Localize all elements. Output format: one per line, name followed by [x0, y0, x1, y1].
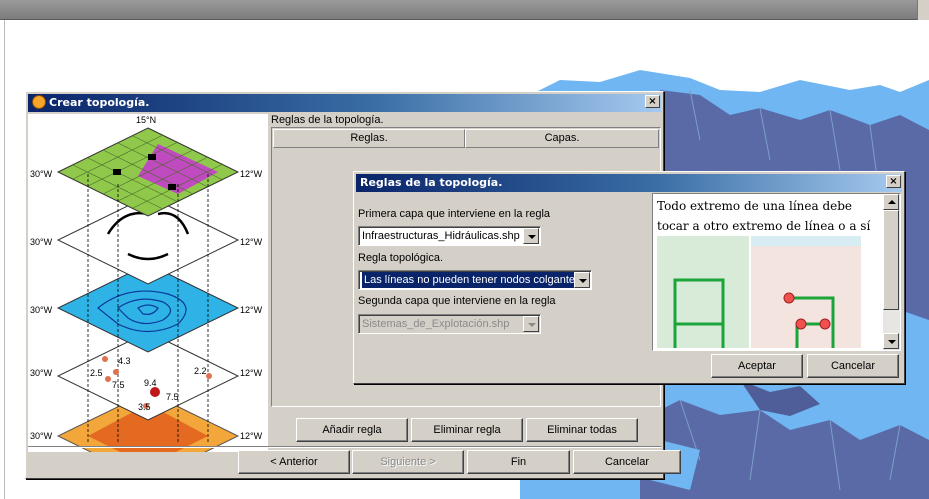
illustration-value: 7.5 [112, 380, 125, 390]
accept-button[interactable]: Aceptar [711, 354, 803, 378]
column-header-rules[interactable]: Reglas. [273, 129, 465, 148]
window-title: Crear topología. [49, 96, 150, 109]
first-layer-label: Primera capa que interviene en la regla [358, 208, 551, 220]
illustration-right-label: 12°W [240, 237, 263, 247]
add-rule-button[interactable]: Añadir regla [296, 418, 408, 442]
illustration-right-label: 12°W [240, 368, 263, 378]
scroll-up-icon[interactable] [883, 194, 899, 210]
rules-heading: Reglas de la topología. [271, 114, 384, 126]
topology-illustration: 15°N 30°W 30°W 30°W 30°W 30°W 12°W 12°W … [28, 114, 268, 452]
scroll-thumb[interactable] [883, 210, 899, 310]
illustration-left-label: 30°W [30, 305, 53, 315]
rule-description-panel: Todo extremo de una línea debe tocar a o… [652, 193, 901, 351]
wizard-separator [28, 446, 661, 448]
finish-button[interactable]: Fin [467, 450, 570, 474]
column-header-layers[interactable]: Capas. [465, 129, 659, 148]
second-layer-select: Sistemas_de_Explotación.shp [358, 314, 541, 334]
chevron-down-icon [523, 316, 539, 332]
illustration-value: 2.5 [90, 368, 103, 378]
chevron-down-icon[interactable] [574, 272, 590, 288]
cancel-button[interactable]: Cancelar [573, 450, 681, 474]
illustration-right-label: 12°W [240, 169, 263, 179]
rule-diagram [657, 236, 861, 348]
dialog-cancel-button[interactable]: Cancelar [807, 354, 899, 378]
illustration-left-label: 30°W [30, 169, 53, 179]
app-icon [32, 95, 46, 109]
second-layer-label: Segunda capa que interviene en la regla [358, 295, 556, 307]
close-button[interactable]: × [645, 95, 660, 108]
back-button[interactable]: < Anterior [238, 450, 350, 474]
window-titlebar: Crear topología. [28, 94, 661, 112]
illustration-left-label: 30°W [30, 237, 53, 247]
illustration-value: 4.3 [118, 356, 131, 366]
illustration-right-label: 12°W [240, 305, 263, 315]
next-button: Siguiente > [352, 450, 464, 474]
illustration-value: 2.2 [194, 366, 207, 376]
remove-all-button[interactable]: Eliminar todas [526, 418, 638, 442]
illustration-right-label: 12°W [240, 431, 263, 441]
toolbar-edge [917, 0, 929, 20]
illustration-left-label: 30°W [30, 431, 53, 441]
scroll-down-icon[interactable] [883, 333, 899, 349]
illustration-top-label: 15°N [136, 115, 156, 125]
first-layer-select[interactable]: Infraestructuras_Hidráulicas.shp [358, 226, 541, 246]
illustration-value: 9.4 [144, 378, 157, 388]
dialog-close-button[interactable]: × [886, 175, 901, 188]
illustration-value: 7.5 [166, 392, 179, 402]
dialog-title: Reglas de la topología. [360, 176, 503, 189]
chevron-down-icon[interactable] [523, 228, 539, 244]
application-toolbar [0, 0, 929, 20]
topology-rule-value: Las líneas no pueden tener nodos colgant… [362, 272, 583, 288]
topology-rule-select[interactable]: Las líneas no pueden tener nodos colgant… [358, 270, 592, 290]
illustration-value: 3.5 [138, 402, 151, 412]
topology-rule-label: Regla topológica. [358, 252, 444, 264]
topology-rules-dialog: Reglas de la topología. × Primera capa q… [353, 171, 905, 384]
second-layer-value: Sistemas_de_Explotación.shp [362, 318, 510, 330]
canvas-border [4, 20, 5, 499]
description-scrollbar[interactable] [883, 194, 900, 350]
dialog-titlebar: Reglas de la topología. [356, 174, 902, 192]
illustration-left-label: 30°W [30, 368, 53, 378]
remove-rule-button[interactable]: Eliminar regla [411, 418, 523, 442]
first-layer-value: Infraestructuras_Hidráulicas.shp [362, 230, 520, 242]
